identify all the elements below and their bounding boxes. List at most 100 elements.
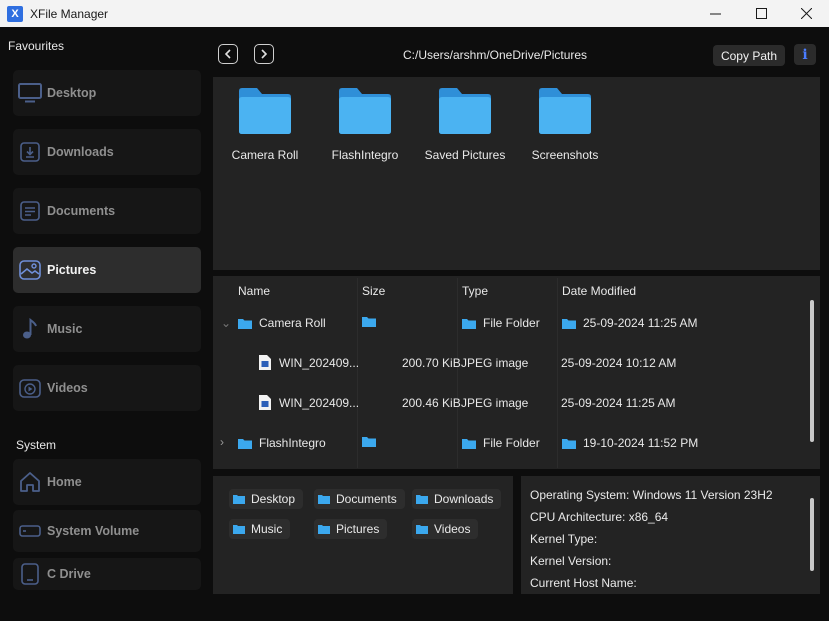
folder-label: Saved Pictures [424,148,506,162]
folder-icon [239,88,291,134]
minimize-button[interactable] [692,0,738,27]
sidebar-item-label: Desktop [47,86,97,100]
chip-label: Documents [336,492,397,506]
column-header-modified[interactable]: Date Modified [562,284,636,298]
row-type: File Folder [483,316,540,330]
folder-label: FlashIntegro [331,148,399,162]
folder-tile[interactable]: Camera Roll [220,87,310,162]
tablet-icon [17,561,43,587]
chip-label: Videos [434,522,471,536]
quick-chip-documents[interactable]: Documents [314,489,405,509]
folder-tile[interactable]: Saved Pictures [420,87,510,162]
quick-access-panel: Desktop Documents Downloads Music Pictur… [213,476,513,594]
row-type-cell: File Folder [462,316,540,330]
folder-icon [318,495,330,504]
sidebar-item-documents[interactable]: Documents [13,188,201,234]
column-divider [357,278,358,468]
info-button[interactable]: i [794,44,816,65]
row-size-cell [362,316,383,327]
sidebar-item-c-drive[interactable]: C Drive [13,558,201,590]
download-icon [17,139,43,165]
column-divider [457,278,458,468]
column-divider [557,278,558,468]
folder-icon [416,525,428,534]
current-path: C:/Users/arshm/OneDrive/Pictures [403,48,588,62]
sidebar-item-videos[interactable]: Videos [13,365,201,411]
row-name: WIN_202409... [279,395,360,410]
maximize-button[interactable] [738,0,784,27]
sidebar-item-pictures[interactable]: Pictures [13,247,201,293]
chevron-left-icon [224,49,231,59]
quick-chip-pictures[interactable]: Pictures [314,519,388,539]
folder-tile[interactable]: Screenshots [520,87,610,162]
row-modified: 25-09-2024 11:25 AM [583,316,698,330]
copy-path-button[interactable]: Copy Path [713,45,785,66]
sidebar-item-label: System Volume [47,524,140,538]
system-title: System [16,438,57,452]
folder-icon [562,438,576,449]
column-header-type[interactable]: Type [462,284,488,298]
row-modified: 25-09-2024 10:12 AM [561,356,677,370]
sidebar-item-label: Downloads [47,145,114,159]
quick-chip-downloads[interactable]: Downloads [412,489,502,509]
sidebar-item-label: Documents [47,204,116,218]
close-button[interactable] [783,0,829,27]
row-size: 200.70 KiB [402,356,461,370]
sidebar-item-downloads[interactable]: Downloads [13,129,201,175]
file-table: Name Size Type Date Modified ⌄ Camera Ro… [213,276,820,469]
video-icon [17,375,43,401]
folder-label: Camera Roll [231,148,299,162]
row-modified-cell: 25-09-2024 11:25 AM [562,316,698,330]
row-size: 200.46 KiB [402,396,461,410]
sidebar-item-desktop[interactable]: Desktop [13,70,201,116]
system-info-panel: Operating System: Windows 11 Version 23H… [521,476,820,594]
folder-icon [539,88,591,134]
kernel-type-info: Kernel Type: [530,532,598,546]
row-type: JPEG image [461,356,529,370]
row-size-cell [362,436,383,447]
column-header-name[interactable]: Name [238,284,270,298]
sidebar-item-label: C Drive [47,567,91,581]
folder-icon [233,495,245,504]
title-bar: X XFile Manager [0,0,829,27]
folder-icon [462,438,476,449]
os-info: Operating System: Windows 11 Version 23H… [530,488,773,502]
chip-label: Downloads [434,492,494,506]
row-name: FlashIntegro [259,436,326,450]
back-button[interactable] [218,44,238,64]
table-scrollbar[interactable] [810,300,814,442]
close-icon [800,8,812,19]
quick-chip-desktop[interactable]: Desktop [229,489,304,509]
chip-label: Pictures [336,522,380,536]
sidebar-item-label: Videos [47,381,88,395]
host-name-info: Current Host Name: [530,576,637,590]
document-icon [17,198,43,224]
sidebar-item-label: Music [47,322,83,336]
chip-label: Desktop [251,492,296,506]
favourites-title: Favourites [8,39,65,53]
sidebar-item-label: Pictures [47,263,97,277]
row-modified: 19-10-2024 11:52 PM [583,436,699,450]
column-header-size[interactable]: Size [362,284,385,298]
sidebar-item-home[interactable]: Home [13,459,201,505]
folder-grid: Camera Roll FlashIntegro Saved Pictures … [213,77,820,270]
quick-chip-music[interactable]: Music [229,519,291,539]
quick-chip-videos[interactable]: Videos [412,519,479,539]
kernel-version-info: Kernel Version: [530,554,612,568]
image-file-icon [259,395,271,410]
expand-arrow-icon[interactable]: ⌄ [221,316,231,330]
row-modified: 25-09-2024 11:25 AM [561,396,676,410]
expand-arrow-icon[interactable]: › [220,435,224,449]
folder-icon [439,88,491,134]
info-scrollbar[interactable] [810,498,814,571]
sidebar-item-system-volume[interactable]: System Volume [13,510,201,552]
image-icon [17,257,43,283]
folder-icon [562,318,576,329]
sidebar-item-music[interactable]: Music [13,306,201,352]
folder-tile[interactable]: FlashIntegro [320,87,410,162]
row-name-cell: FlashIntegro [238,436,326,450]
maximize-icon [755,8,767,19]
folder-icon [339,88,391,134]
folder-icon [233,525,245,534]
forward-button[interactable] [254,44,274,64]
